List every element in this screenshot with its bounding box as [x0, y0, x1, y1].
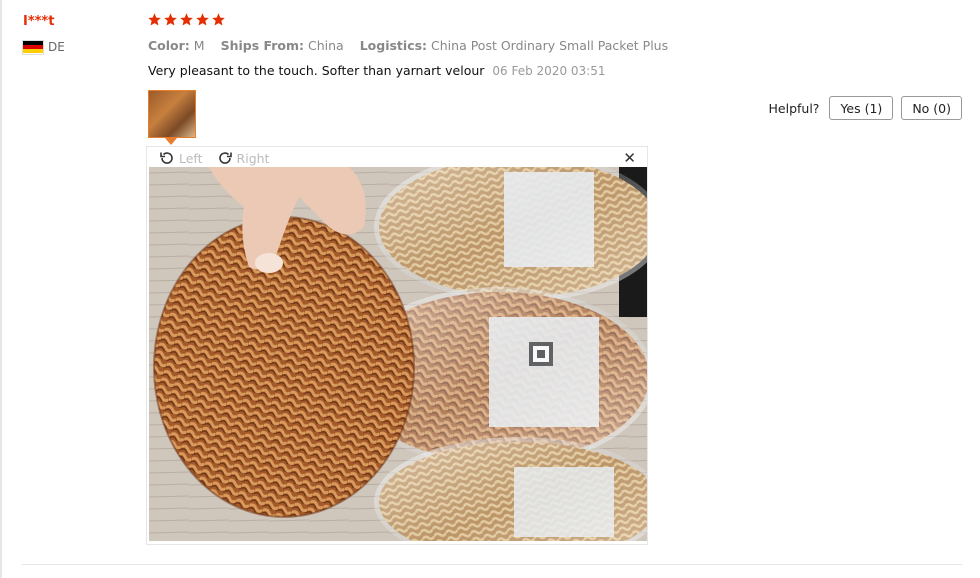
review-divider [22, 564, 962, 565]
star-icon [179, 12, 194, 27]
property-ships-from: Ships From: China [220, 38, 344, 53]
review-text: Very pleasant to the touch. Softer than … [148, 63, 485, 78]
viewer-toolbar: Left Right [159, 148, 277, 168]
property-logistics: Logistics: China Post Ordinary Small Pac… [359, 38, 669, 53]
close-icon[interactable]: ✕ [623, 149, 636, 167]
star-rating [147, 12, 226, 27]
review-date: 06 Feb 2020 03:51 [492, 64, 606, 78]
rotate-right-button[interactable]: Right [217, 150, 270, 166]
rotate-left-button[interactable]: Left [159, 150, 203, 166]
left-divider [0, 0, 2, 578]
reviewer-name: I***t [23, 14, 55, 29]
star-icon [211, 12, 226, 27]
reviewer-country: DE [23, 40, 65, 54]
thumbnail-pointer [165, 138, 177, 145]
helpful-feedback: Helpful? Yes (1) No (0) [769, 96, 962, 120]
rotate-right-icon [218, 152, 232, 164]
helpful-label: Helpful? [768, 100, 820, 116]
helpful-yes-button[interactable]: Yes (1) [829, 96, 894, 120]
photo-viewer: Left Right ✕ [146, 146, 648, 545]
star-icon [147, 12, 162, 27]
rotate-left-label: Left [179, 150, 203, 166]
property-color: Color: M [148, 38, 205, 53]
rotate-left-icon [160, 152, 173, 164]
helpful-no-button[interactable]: No (0) [901, 96, 962, 120]
country-code: DE [48, 40, 65, 54]
review-photo-thumbnail[interactable] [148, 90, 196, 138]
review-photo [149, 167, 647, 541]
star-icon [195, 12, 210, 27]
star-icon [163, 12, 178, 27]
review-content: Very pleasant to the touch. Softer than … [148, 63, 606, 78]
order-properties: Color: M Ships From: China Logistics: Ch… [148, 38, 680, 53]
germany-flag-icon [23, 40, 43, 54]
rotate-right-label: Right [236, 150, 270, 166]
